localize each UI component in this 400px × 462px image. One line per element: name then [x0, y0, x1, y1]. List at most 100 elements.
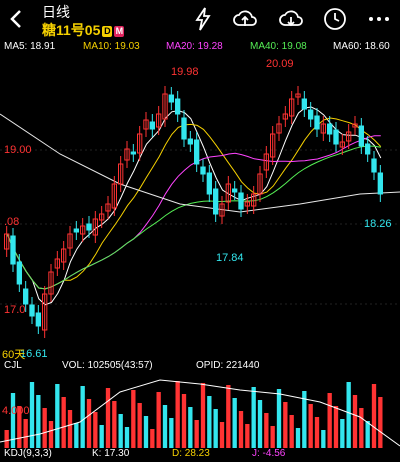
cloud-download-icon[interactable]	[278, 6, 304, 32]
axis-label-19: 19.00	[4, 144, 32, 156]
clock-icon[interactable]	[322, 6, 348, 32]
candle-body	[333, 129, 339, 145]
volume-bar	[42, 408, 47, 448]
opid-label: OPID: 221440	[196, 360, 260, 371]
volume-bar	[143, 416, 149, 448]
chart-grid	[0, 149, 400, 305]
kdj-label[interactable]: KDJ(9,3,3)	[4, 448, 52, 459]
candle-body	[365, 143, 371, 155]
volume-bar	[340, 419, 345, 448]
badge-m: M	[114, 25, 125, 37]
volume-bar	[232, 398, 237, 448]
volume-bar	[200, 383, 206, 448]
kdj-k: K: 17.30	[92, 448, 130, 459]
candle-body	[238, 192, 244, 210]
volume-bar	[219, 422, 225, 448]
kline-chart[interactable]	[0, 54, 400, 360]
ma-lines	[0, 106, 400, 306]
volume-bar	[314, 417, 320, 448]
ma-legend: MA5: 18.91 MA10: 19.03 MA20: 19.28 MA40:…	[0, 38, 400, 54]
candle-body	[175, 98, 181, 115]
candle-body	[358, 125, 364, 147]
candle-body	[10, 235, 16, 265]
volume-bar	[365, 421, 370, 448]
contract-name[interactable]: 糖11号05 D M	[42, 20, 125, 40]
candle-body	[86, 223, 92, 231]
volume-bar	[283, 402, 288, 448]
volume-chart[interactable]	[0, 372, 400, 448]
low-label-mid: 17.84	[216, 252, 244, 264]
volume-bar	[378, 397, 383, 448]
badge-d: D	[102, 25, 113, 37]
axis-label-17: 17.0	[4, 304, 26, 316]
candle-body	[371, 158, 377, 173]
volume-bar	[67, 410, 73, 448]
volume-bar	[352, 395, 358, 448]
volume-bar	[48, 421, 54, 448]
ma40-label: MA40: 19.08	[250, 41, 307, 52]
candle-body	[206, 172, 213, 195]
candle-body	[73, 228, 79, 233]
candle-body	[327, 123, 333, 135]
ma5-label: MA5: 18.91	[4, 41, 56, 52]
volume-bar	[359, 408, 364, 448]
ma60-label: MA60: 18.60	[333, 41, 390, 52]
volume-bar	[213, 409, 218, 448]
volume-bar	[80, 386, 85, 448]
volume-bar	[74, 423, 79, 448]
open-interest-line	[0, 379, 400, 447]
volume-bar	[295, 428, 301, 448]
candle-body	[16, 261, 22, 285]
volume-bar	[270, 426, 275, 448]
candle-body	[200, 166, 206, 175]
volume-bar	[86, 399, 92, 448]
volume-bar	[181, 394, 187, 448]
volume-bar	[118, 414, 123, 448]
cloud-upload-icon[interactable]	[232, 6, 258, 32]
candle-body	[314, 115, 320, 130]
candle-body	[168, 94, 175, 103]
volume-bar	[29, 382, 35, 448]
volume-bar	[23, 419, 28, 448]
volume-bar	[238, 411, 244, 448]
ma60-line	[0, 113, 400, 213]
candle-body	[194, 139, 200, 165]
volume-bars	[4, 381, 383, 448]
volume-bar	[150, 429, 155, 448]
ma10-label: MA10: 19.03	[83, 41, 140, 52]
volume-bar	[55, 384, 60, 448]
cjl-label: CJL	[4, 360, 22, 371]
volume-bar	[327, 393, 332, 448]
high-label-1: 19.98	[171, 66, 199, 78]
volume-bar	[36, 395, 41, 448]
candle-body	[213, 188, 219, 215]
volume-bar	[308, 404, 313, 448]
candle-body	[29, 304, 35, 317]
high-label-2: 20.09	[266, 58, 294, 70]
volume-bar	[207, 396, 212, 448]
volume-bar	[93, 412, 98, 448]
flash-icon[interactable]	[190, 6, 216, 32]
volume-bar	[321, 430, 326, 448]
candle-body	[301, 98, 307, 110]
volume-bar	[137, 403, 142, 448]
volume-bar	[162, 405, 168, 448]
kdj-d: D: 28.23	[172, 448, 210, 459]
volume-bar	[276, 389, 282, 448]
ma20-label: MA20: 19.28	[166, 41, 223, 52]
volume-bar	[346, 382, 351, 448]
vol-label: VOL: 102505(43:57)	[62, 360, 153, 371]
more-icon[interactable]	[366, 6, 392, 32]
contract-label: 糖11号05	[42, 22, 101, 38]
volume-bar	[188, 407, 193, 448]
volume-bar	[61, 397, 66, 448]
volume-bar	[4, 430, 9, 448]
candle-body	[377, 172, 383, 195]
volume-bar	[169, 418, 174, 448]
candle-body	[23, 288, 29, 305]
volume-bar	[156, 392, 161, 448]
back-icon[interactable]	[6, 8, 28, 30]
volume-bar	[175, 381, 180, 448]
volume-bar	[251, 387, 256, 448]
axis-label-18: .08	[4, 216, 20, 228]
